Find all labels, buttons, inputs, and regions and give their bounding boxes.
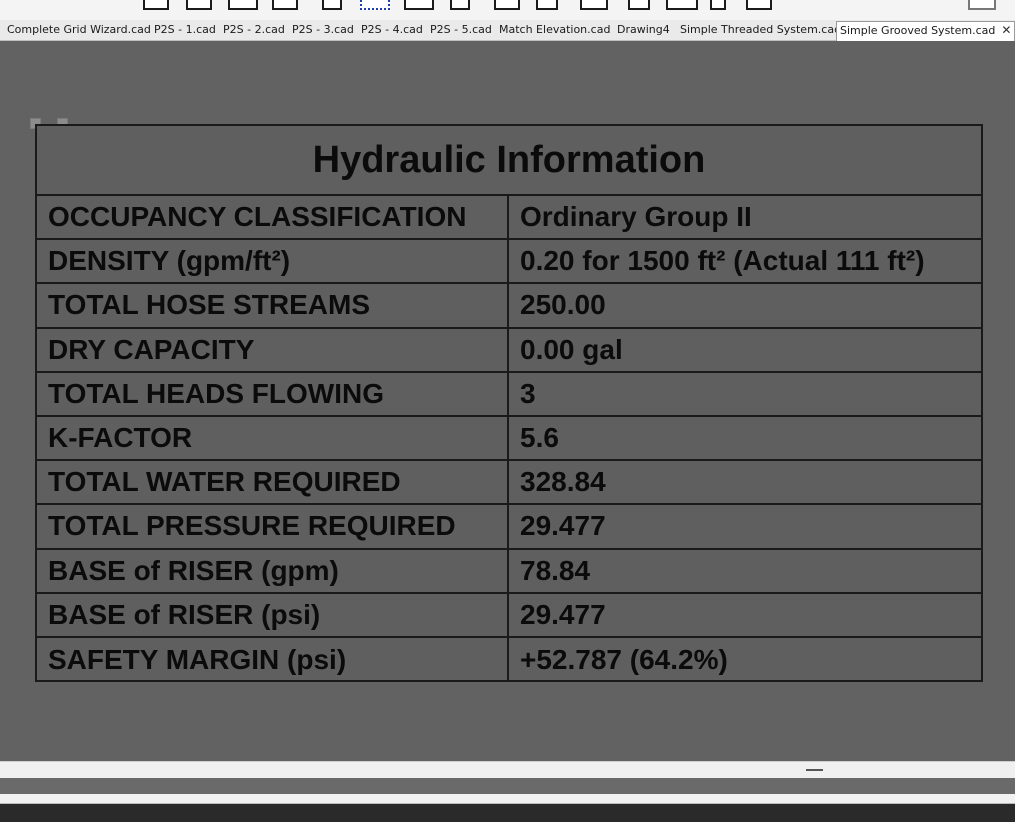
tab-label: P2S - 4.cad (361, 23, 423, 36)
sheet-icon[interactable] (536, 0, 558, 10)
tab-p2s-5[interactable]: P2S - 5.cad (427, 22, 495, 40)
row-value: 3 (520, 377, 536, 409)
table-row: TOTAL WATER REQUIRED 328.84 (37, 461, 981, 506)
ribbon-toolbar (0, 0, 1015, 20)
menu-icon[interactable] (968, 0, 996, 10)
row-label: OCCUPANCY CLASSIFICATION (37, 196, 509, 239)
tab-label: Simple Grooved System.cad (840, 24, 996, 37)
selection-icon[interactable] (360, 0, 390, 10)
row-value: 78.84 (520, 554, 591, 586)
row-label: TOTAL PRESSURE REQUIRED (37, 505, 509, 548)
hydraulic-info-table[interactable]: Hydraulic Information OCCUPANCY CLASSIFI… (35, 124, 983, 683)
table-row: BASE of RISER (psi) 29.477 (37, 593, 981, 638)
tab-drawing4[interactable]: Drawing4 (614, 22, 673, 40)
table-row: OCCUPANCY CLASSIFICATION Ordinary Group I… (37, 196, 981, 241)
table-row: BASE of RISER (gpm) 78.84 (37, 549, 981, 594)
wave-icon[interactable] (494, 0, 520, 10)
tab-match-elevation[interactable]: Match Elevation.cad (496, 22, 613, 40)
drawing-canvas[interactable]: Hydraulic Information OCCUPANCY CLASSIFI… (0, 41, 1015, 761)
dropdown-icon[interactable] (710, 0, 726, 10)
layout-divider (0, 778, 1015, 794)
status-bar (0, 804, 1015, 822)
tab-simple-threaded-system[interactable]: Simple Threaded System.cad (677, 22, 844, 40)
panel-icon[interactable] (666, 0, 698, 10)
row-label: SAFETY MARGIN (psi) (37, 637, 509, 683)
tab-p2s-4[interactable]: P2S - 4.cad (358, 22, 426, 40)
table-row: DENSITY (gpm/ft²) 0.20 for 1500 ft² (Actu… (37, 240, 981, 285)
table-row: TOTAL HOSE STREAMS 250.00 (37, 284, 981, 329)
row-value: +52.787 (64.2%) (520, 643, 728, 675)
row-label: DENSITY (gpm/ft²) (37, 240, 509, 283)
table-title: Hydraulic Information (37, 126, 981, 196)
tab-label: P2S - 5.cad (430, 23, 492, 36)
table-row: K-FACTOR 5.6 (37, 416, 981, 462)
row-label: DRY CAPACITY (37, 328, 509, 371)
tab-label: Drawing4 (617, 23, 670, 36)
row-label: TOTAL HOSE STREAMS (37, 284, 509, 327)
row-value: 250.00 (520, 289, 606, 321)
tab-p2s-2[interactable]: P2S - 2.cad (220, 22, 288, 40)
tab-label: P2S - 1.cad (154, 23, 216, 36)
tab-label: Simple Threaded System.cad (680, 23, 842, 36)
command-line[interactable] (0, 794, 1015, 804)
tab-label: Match Elevation.cad (499, 23, 611, 36)
horizontal-scrollbar[interactable] (0, 761, 1015, 778)
row-label: BASE of RISER (gpm) (37, 549, 509, 592)
window-icon[interactable] (322, 0, 342, 10)
row-value: 5.6 (520, 422, 559, 454)
printer-icon[interactable] (580, 0, 608, 10)
layout-icon[interactable] (404, 0, 434, 10)
tab-simple-grooved-system[interactable]: Simple Grooved System.cad ✕ (836, 21, 1015, 41)
table-row: SAFETY MARGIN (psi) +52.787 (64.2%) (37, 637, 981, 683)
table-row: TOTAL PRESSURE REQUIRED 29.477 (37, 505, 981, 550)
row-label: TOTAL WATER REQUIRED (37, 461, 509, 504)
row-label: BASE of RISER (psi) (37, 593, 509, 636)
row-value: 328.84 (520, 466, 606, 498)
tab-complete-grid-wizard[interactable]: Complete Grid Wizard.cad (4, 22, 154, 40)
tab-label: P2S - 3.cad (292, 23, 354, 36)
grid-icon[interactable] (228, 0, 258, 10)
tab-p2s-3[interactable]: P2S - 3.cad (289, 22, 357, 40)
page-icon[interactable] (450, 0, 470, 10)
tool-icon[interactable] (272, 0, 298, 10)
table-row: TOTAL HEADS FLOWING 3 (37, 372, 981, 417)
table-icon[interactable] (143, 0, 169, 10)
row-value: 0.20 for 1500 ft² (Actual 111 ft²) (520, 245, 925, 277)
tab-p2s-1[interactable]: P2S - 1.cad (151, 22, 219, 40)
row-label: TOTAL HEADS FLOWING (37, 372, 509, 415)
close-icon[interactable]: ✕ (1001, 22, 1011, 38)
scrollbar-thumb[interactable] (806, 769, 823, 771)
row-value: 0.00 gal (520, 333, 623, 365)
row-value: 29.477 (520, 510, 606, 542)
table-row: DRY CAPACITY 0.00 gal (37, 328, 981, 373)
device-icon[interactable] (628, 0, 650, 10)
tab-label: Complete Grid Wizard.cad (7, 23, 151, 36)
row-value: 29.477 (520, 598, 606, 630)
row-label: K-FACTOR (37, 416, 509, 460)
tab-label: P2S - 2.cad (223, 23, 285, 36)
row-value: Ordinary Group II (520, 201, 752, 233)
edit-icon[interactable] (186, 0, 212, 10)
pipe-icon[interactable] (746, 0, 772, 10)
document-tab-bar: Complete Grid Wizard.cad P2S - 1.cad P2S… (0, 20, 1015, 41)
